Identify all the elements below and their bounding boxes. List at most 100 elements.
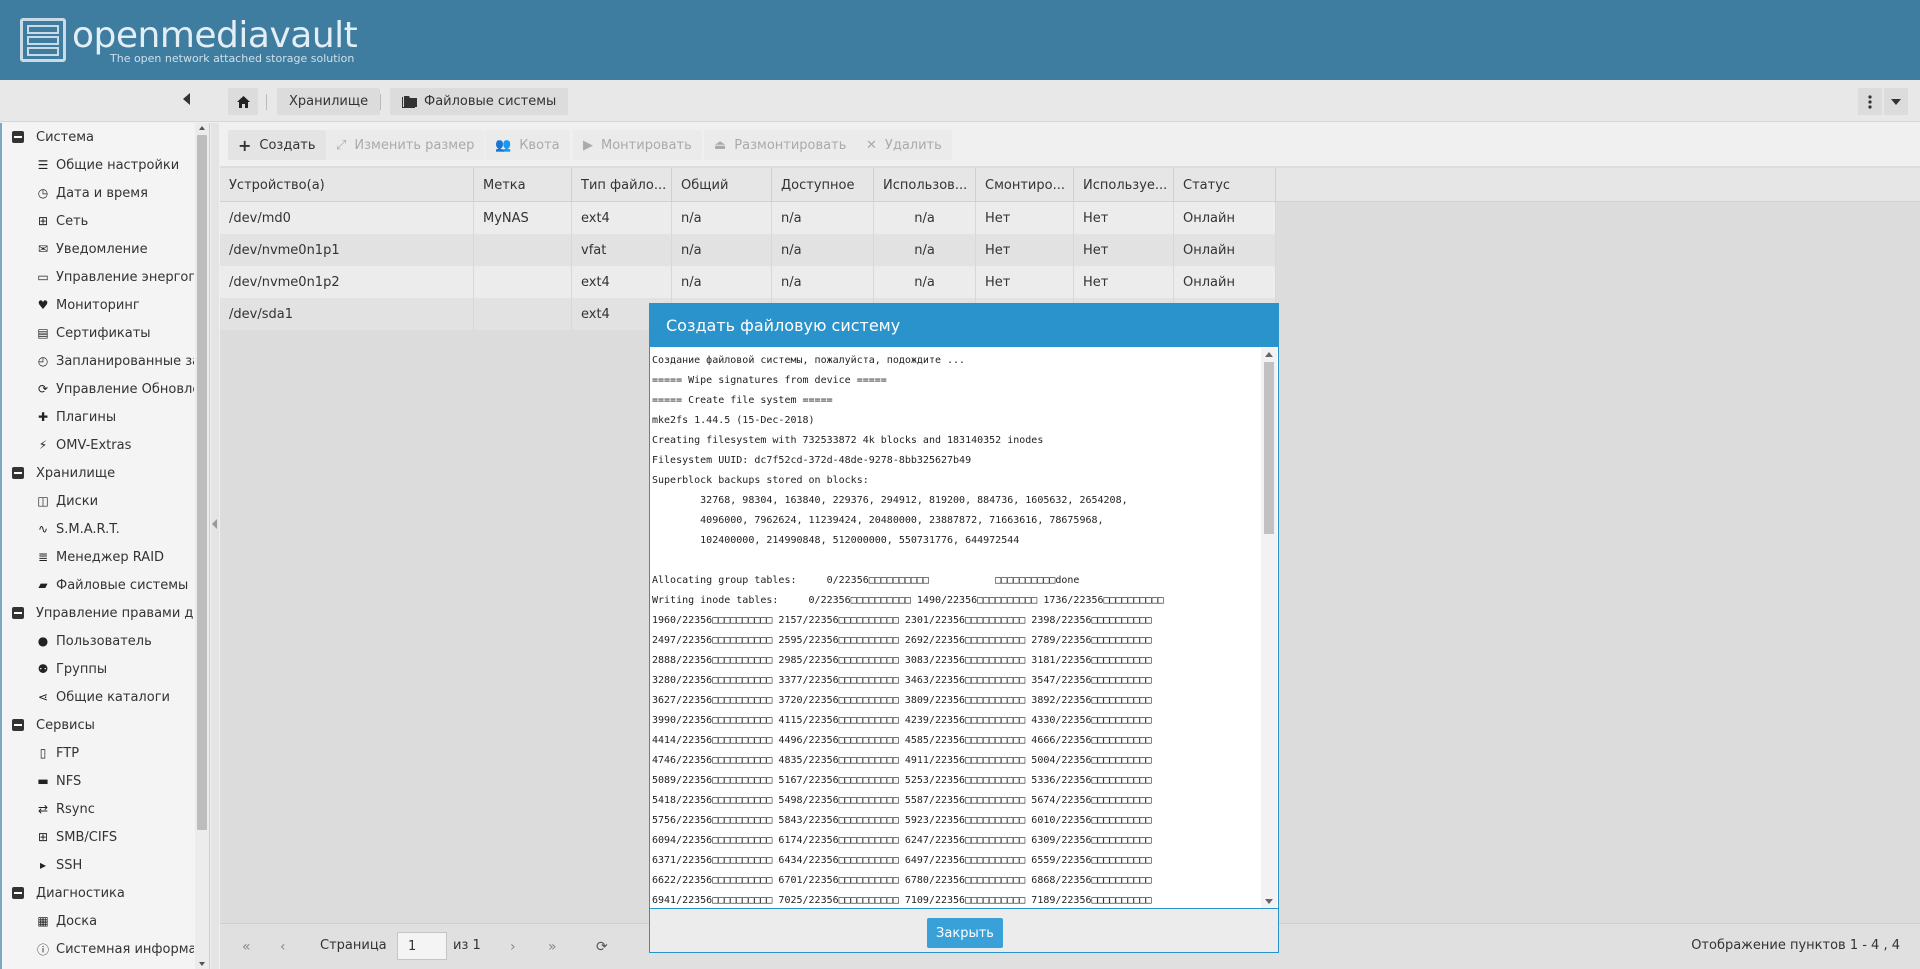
breadcrumb-filesystems[interactable]: Файловые системы <box>390 88 569 115</box>
log-line: 3990/22356□□□□□□□□□□ 4115/22356□□□□□□□□□… <box>652 715 1152 726</box>
sidebar-scrollbar[interactable] <box>195 123 209 969</box>
sidebar-group-21[interactable]: Сервисы <box>2 711 194 739</box>
breadcrumb-home[interactable] <box>228 88 258 115</box>
column-header[interactable]: Тип файло... <box>572 168 672 202</box>
table-row[interactable]: /dev/nvme0n1p1 vfat n/a n/a n/a Нет Нет Онлайн <box>220 234 1276 266</box>
column-header[interactable]: Используе... <box>1074 168 1174 202</box>
dialog-log-output[interactable]: Создание файловой системы, пожалуйста, п… <box>651 348 1261 908</box>
log-line: 4414/22356□□□□□□□□□□ 4496/22356□□□□□□□□□… <box>652 735 1152 746</box>
page-label: Страница <box>320 938 387 953</box>
table-cell: MyNAS <box>474 202 572 234</box>
app-header: openmediavault The open network attached… <box>0 0 1920 80</box>
sidebar-item-label: Плагины <box>56 409 117 425</box>
splitter-arrow-icon[interactable] <box>212 519 217 529</box>
last-page-icon[interactable]: » <box>548 939 557 955</box>
rsync-icon: ⇄ <box>37 802 49 816</box>
sidebar-item-11[interactable]: ⚡ OMV-Extras <box>2 431 194 459</box>
column-header[interactable]: Общий <box>672 168 772 202</box>
table-cell: Нет <box>1074 266 1174 298</box>
sidebar-item-28[interactable]: ▦ Доска <box>2 907 194 935</box>
create-button[interactable]: + Создать <box>228 130 326 160</box>
home-icon <box>236 95 250 108</box>
sidebar-item-label: Сертификаты <box>56 325 151 341</box>
log-line: 5089/22356□□□□□□□□□□ 5167/22356□□□□□□□□□… <box>652 775 1152 786</box>
sidebar-item-19[interactable]: ⚉ Группы <box>2 655 194 683</box>
delete-button[interactable]: ✕ Удалить <box>856 130 952 160</box>
eject-icon: ⏏ <box>714 137 727 153</box>
table-row[interactable]: /dev/nvme0n1p2 ext4 n/a n/a n/a Нет Нет Онлайн <box>220 266 1276 298</box>
breadcrumb-filesystems-label: Файловые системы <box>424 94 557 109</box>
table-cell: n/a <box>874 266 976 298</box>
dialog-title[interactable]: Создать файловую систему <box>650 304 1278 347</box>
column-header[interactable]: Доступное <box>772 168 874 202</box>
sidebar-group-0[interactable]: Система <box>2 123 194 151</box>
dropdown-menu-button[interactable] <box>1884 88 1908 115</box>
sidebar-item-16[interactable]: ▰ Файловые системы <box>2 571 194 599</box>
sidebar-item-1[interactable]: ☰ Общие настройки <box>2 151 194 179</box>
column-header[interactable]: Использов... <box>874 168 976 202</box>
toolbar: + Создать ⤢ Изменить размер 👥 Квота ▶ Мо… <box>220 123 1920 167</box>
collapse-minus-icon[interactable] <box>12 719 24 731</box>
mount-button[interactable]: ▶ Монтировать <box>573 130 702 160</box>
sidebar-item-14[interactable]: ∿ S.M.A.R.T. <box>2 515 194 543</box>
page-number-input[interactable]: 1 <box>397 932 447 960</box>
breadcrumb-storage[interactable]: Хранилище <box>277 88 381 115</box>
sidebar-item-9[interactable]: ⟳ Управление Обновле <box>2 375 194 403</box>
sidebar-item-25[interactable]: ⊞ SMB/CIFS <box>2 823 194 851</box>
dialog-scrollbar[interactable] <box>1261 348 1277 908</box>
disk-icon: ◫ <box>37 494 49 508</box>
next-page-icon[interactable]: › <box>510 939 516 955</box>
sidebar-item-23[interactable]: ▬ NFS <box>2 767 194 795</box>
quota-button[interactable]: 👥 Квота <box>485 130 570 160</box>
sidebar-item-13[interactable]: ◫ Диски <box>2 487 194 515</box>
sidebar-item-26[interactable]: ▸ SSH <box>2 851 194 879</box>
first-page-icon[interactable]: « <box>242 939 251 955</box>
column-header[interactable]: Метка <box>474 168 572 202</box>
sidebar-item-10[interactable]: ✚ Плагины <box>2 403 194 431</box>
sidebar-group-17[interactable]: Управление правами до <box>2 599 194 627</box>
sidebar-item-15[interactable]: ≣ Менеджер RAID <box>2 543 194 571</box>
collapse-minus-icon[interactable] <box>12 467 24 479</box>
scroll-down-icon[interactable] <box>199 962 205 966</box>
collapse-minus-icon[interactable] <box>12 131 24 143</box>
sidebar-item-7[interactable]: ▤ Сертификаты <box>2 319 194 347</box>
sidebar-item-22[interactable]: ▯ FTP <box>2 739 194 767</box>
sidebar-splitter[interactable] <box>211 123 219 969</box>
column-header[interactable]: Статус <box>1174 168 1276 202</box>
sidebar-group-27[interactable]: Диагностика <box>2 879 194 907</box>
sidebar-scroll-thumb[interactable] <box>197 135 207 830</box>
sidebar-item-20[interactable]: ⋖ Общие каталоги <box>2 683 194 711</box>
sidebar-item-24[interactable]: ⇄ Rsync <box>2 795 194 823</box>
sidebar-item-18[interactable]: ● Пользователь <box>2 627 194 655</box>
quota-button-label: Квота <box>519 137 560 153</box>
table-row[interactable]: /dev/md0 MyNAS ext4 n/a n/a n/a Нет Нет Онлайн <box>220 202 1276 234</box>
sidebar-item-3[interactable]: ⊞ Сеть <box>2 207 194 235</box>
sidebar-item-29[interactable]: ⓘ Системная информац <box>2 935 194 963</box>
resize-button-label: Изменить размер <box>354 137 475 153</box>
dialog-scroll-thumb[interactable] <box>1264 362 1274 534</box>
close-button[interactable]: Закрыть <box>927 918 1003 948</box>
refresh-icon[interactable]: ⟳ <box>596 939 608 955</box>
collapse-minus-icon[interactable] <box>12 607 24 619</box>
unmount-button[interactable]: ⏏ Размонтировать <box>704 130 857 160</box>
sidebar-item-4[interactable]: ✉ Уведомление <box>2 235 194 263</box>
sidebar-item-8[interactable]: ◴ Запланированные за <box>2 347 194 375</box>
collapse-minus-icon[interactable] <box>12 887 24 899</box>
column-header[interactable]: Устройство(а) <box>220 168 474 202</box>
column-header[interactable]: Смонтиро... <box>976 168 1074 202</box>
prev-page-icon[interactable]: ‹ <box>280 939 286 955</box>
sidebar-item-2[interactable]: ◷ Дата и время <box>2 179 194 207</box>
collapse-sidebar-icon[interactable] <box>183 93 190 105</box>
sidebar-item-label: Rsync <box>56 801 95 817</box>
sidebar-item-5[interactable]: ▭ Управление энергопо <box>2 263 194 291</box>
sidebar-item-6[interactable]: ♥ Мониторинг <box>2 291 194 319</box>
table-cell: n/a <box>672 202 772 234</box>
scroll-up-icon[interactable] <box>1265 352 1273 357</box>
app-logo[interactable]: openmediavault The open network attached… <box>20 18 358 65</box>
scroll-down-icon[interactable] <box>1265 899 1273 904</box>
more-menu-button[interactable] <box>1858 88 1882 115</box>
sidebar-group-12[interactable]: Хранилище <box>2 459 194 487</box>
sidebar-item-label: Диски <box>56 493 99 509</box>
resize-button[interactable]: ⤢ Изменить размер <box>326 130 485 160</box>
scroll-up-icon[interactable] <box>199 126 205 130</box>
